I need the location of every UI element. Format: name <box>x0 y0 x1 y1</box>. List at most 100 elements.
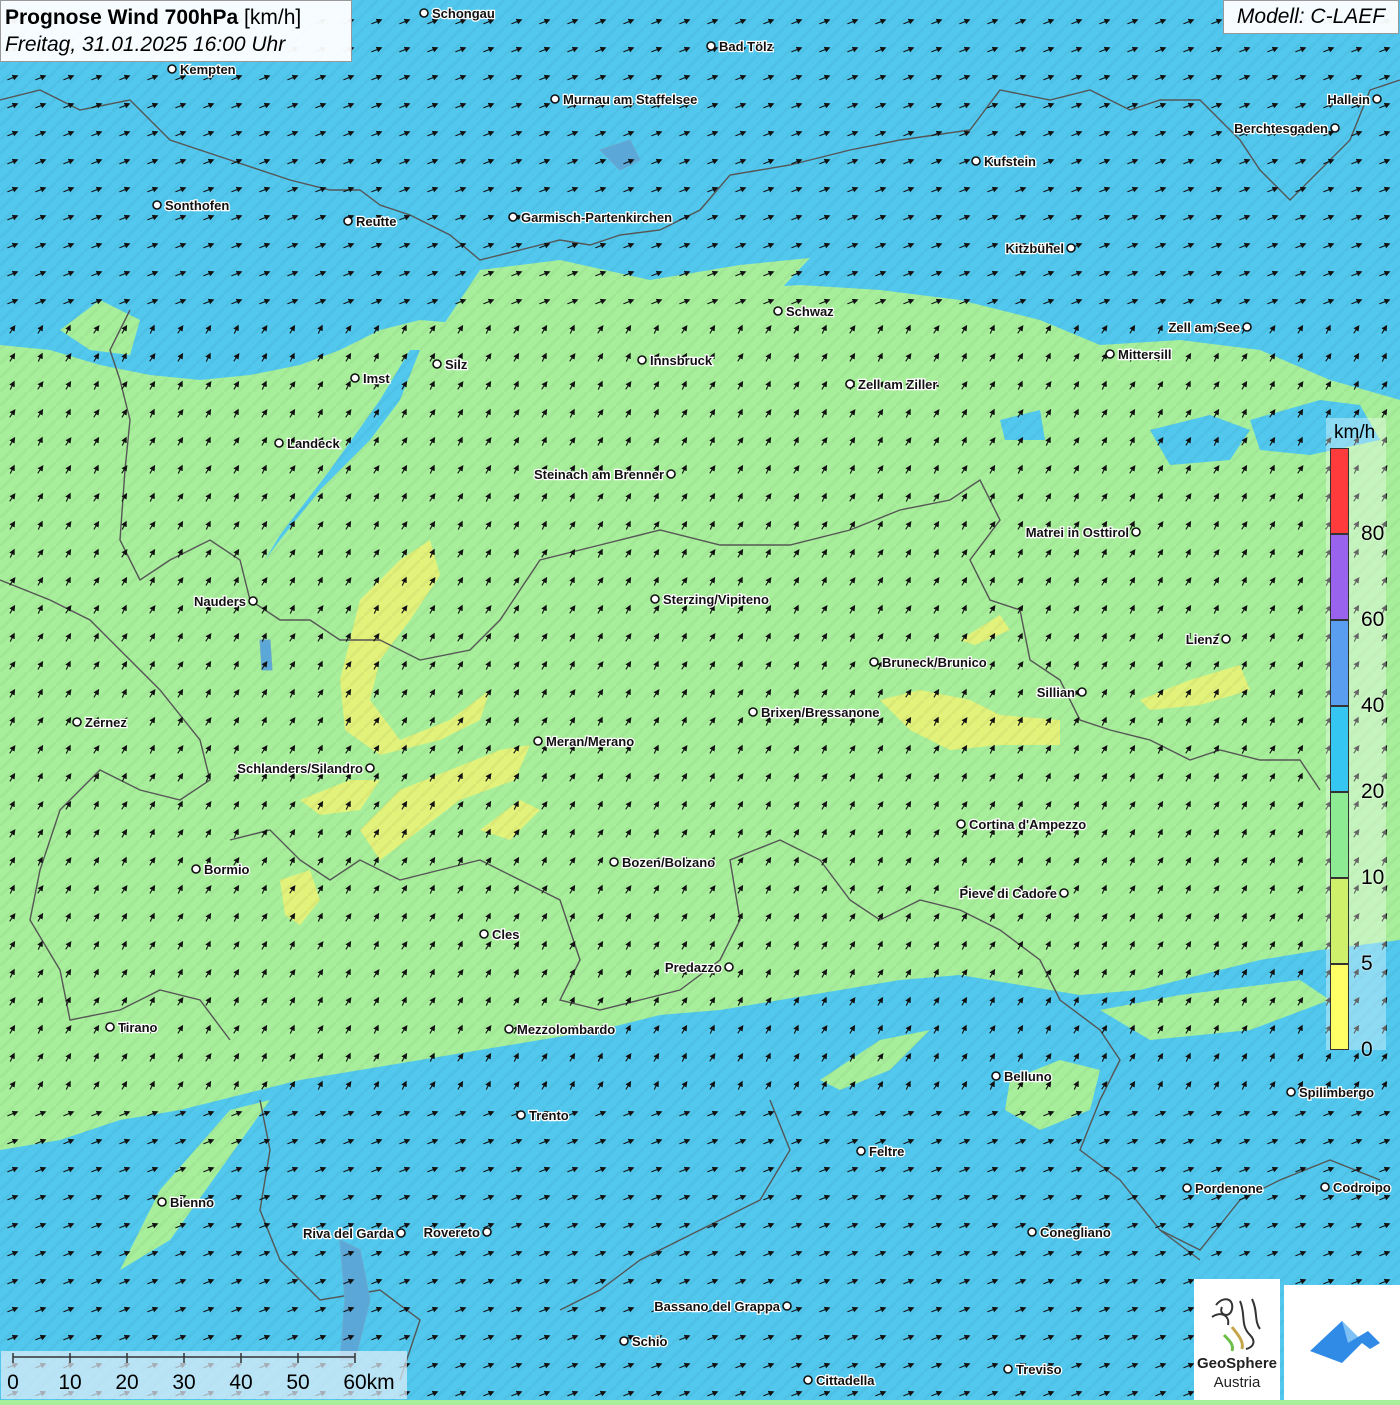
city-marker[interactable] <box>1221 634 1231 644</box>
city-innsbruck[interactable]: Innsbruck <box>637 352 714 369</box>
city-marker[interactable] <box>419 8 429 18</box>
city-schongau[interactable]: Schongau <box>419 5 496 22</box>
city-label: Predazzo <box>665 960 722 975</box>
scale-ticks <box>12 1353 356 1363</box>
city-marker[interactable] <box>782 1301 792 1311</box>
city-bassano-del-grappa[interactable]: Bassano del Grappa <box>653 1298 792 1315</box>
legend-label: 10 <box>1361 866 1385 889</box>
city-marker[interactable] <box>396 1228 406 1238</box>
wind-map[interactable]: Schongau Bad Tölz Kempten Murnau am Staffel… <box>0 0 1400 1400</box>
city-bozen-bolzano[interactable]: Bozen/Bolzano <box>609 854 716 871</box>
city-marker[interactable] <box>1066 243 1076 253</box>
city-marker[interactable] <box>533 736 543 746</box>
city-label: Codroipo <box>1333 1180 1391 1195</box>
city-schlanders-silandro[interactable]: Schlanders/Silandro <box>236 760 375 777</box>
city-marker[interactable] <box>724 962 734 972</box>
city-garmisch-partenkirchen[interactable]: Garmisch-Partenkirchen <box>508 209 673 226</box>
city-berchtesgaden[interactable]: Berchtesgaden <box>1233 120 1340 137</box>
city-riva-del-garda[interactable]: Riva del Garda <box>302 1225 406 1242</box>
city-marker[interactable] <box>191 864 201 874</box>
city-marker[interactable] <box>1105 349 1115 359</box>
city-brixen-bressanone[interactable]: Brixen/Bressanone <box>748 704 881 721</box>
city-sonthofen[interactable]: Sonthofen <box>152 197 231 214</box>
city-marker[interactable] <box>508 212 518 222</box>
city-marker[interactable] <box>157 1197 167 1207</box>
city-marker[interactable] <box>432 359 442 369</box>
city-murnau-am-staffelsee[interactable]: Murnau am Staffelsee <box>550 91 699 108</box>
city-zell-am-see[interactable]: Zell am See <box>1167 319 1252 336</box>
city-cortina-d-ampezzo[interactable]: Cortina d'Ampezzo <box>956 816 1088 833</box>
city-marker[interactable] <box>248 596 258 606</box>
city-pieve-di-cadore[interactable]: Pieve di Cadore <box>958 885 1069 902</box>
city-marker[interactable] <box>1372 94 1382 104</box>
geosphere-logo[interactable]: GeoSphere Austria <box>1194 1279 1280 1400</box>
city-marker[interactable] <box>666 469 676 479</box>
city-marker[interactable] <box>1320 1182 1330 1192</box>
city-marker[interactable] <box>706 41 716 51</box>
city-marker[interactable] <box>637 355 647 365</box>
city-marker[interactable] <box>1003 1364 1013 1374</box>
city-marker[interactable] <box>350 373 360 383</box>
city-label: Mittersill <box>1118 347 1171 362</box>
city-marker[interactable] <box>845 379 855 389</box>
app-mountain-icon <box>1310 1321 1380 1363</box>
legend-label: 40 <box>1361 694 1385 717</box>
city-marker[interactable] <box>167 64 177 74</box>
city-marker[interactable] <box>152 200 162 210</box>
city-marker[interactable] <box>1286 1087 1296 1097</box>
city-label: Garmisch-Partenkirchen <box>521 210 672 225</box>
city-conegliano[interactable]: Conegliano <box>1027 1224 1112 1241</box>
scale-label: 50 <box>286 1371 310 1394</box>
city-marker[interactable] <box>72 717 82 727</box>
city-label: Trento <box>529 1108 569 1123</box>
city-marker[interactable] <box>550 94 560 104</box>
city-marker[interactable] <box>803 1375 813 1385</box>
city-marker[interactable] <box>479 929 489 939</box>
city-marker[interactable] <box>956 819 966 829</box>
city-marker[interactable] <box>1059 888 1069 898</box>
city-label: Lienz <box>1186 632 1220 647</box>
city-mezzolombardo[interactable]: Mezzolombardo <box>504 1021 617 1038</box>
city-marker[interactable] <box>1027 1227 1037 1237</box>
city-marker[interactable] <box>274 438 284 448</box>
city-marker[interactable] <box>365 763 375 773</box>
city-bruneck-brunico[interactable]: Bruneck/Brunico <box>869 654 988 671</box>
city-marker[interactable] <box>516 1110 526 1120</box>
city-steinach-am-brenner[interactable]: Steinach am Brenner <box>533 466 676 483</box>
city-marker[interactable] <box>1330 123 1340 133</box>
legend-swatch <box>1330 964 1349 1050</box>
scale-label: 0 <box>7 1371 19 1394</box>
city-sterzing-vipiteno[interactable]: Sterzing/Vipiteno <box>650 591 770 608</box>
city-matrei-in-osttirol[interactable]: Matrei in Osttirol <box>1024 524 1141 541</box>
city-label: Treviso <box>1016 1362 1062 1377</box>
city-marker[interactable] <box>482 1227 492 1237</box>
legend-label: 80 <box>1361 522 1385 545</box>
legend-swatch <box>1330 878 1349 964</box>
color-legend: km/h 80 60 40 20 10 5 0 <box>1326 418 1386 1061</box>
city-pordenone[interactable]: Pordenone <box>1182 1180 1264 1197</box>
city-marker[interactable] <box>1242 322 1252 332</box>
city-label: Murnau am Staffelsee <box>563 92 697 107</box>
city-spilimbergo[interactable]: Spilimbergo <box>1286 1084 1375 1101</box>
city-marker[interactable] <box>1131 527 1141 537</box>
city-marker[interactable] <box>609 857 619 867</box>
city-label: Rovereto <box>424 1225 480 1240</box>
city-marker[interactable] <box>105 1022 115 1032</box>
city-label: Brixen/Bressanone <box>761 705 880 720</box>
city-marker[interactable] <box>650 594 660 604</box>
city-marker[interactable] <box>773 306 783 316</box>
city-marker[interactable] <box>748 707 758 717</box>
weather-app-logo[interactable] <box>1284 1285 1400 1400</box>
city-marker[interactable] <box>971 156 981 166</box>
city-zell-am-ziller[interactable]: Zell am Ziller <box>845 376 939 393</box>
city-marker[interactable] <box>991 1071 1001 1081</box>
city-marker[interactable] <box>619 1336 629 1346</box>
city-marker[interactable] <box>504 1024 514 1034</box>
city-label: Cortina d'Ampezzo <box>969 817 1086 832</box>
city-marker[interactable] <box>1077 687 1087 697</box>
city-marker[interactable] <box>856 1146 866 1156</box>
city-meran-merano[interactable]: Meran/Merano <box>533 733 635 750</box>
city-marker[interactable] <box>869 657 879 667</box>
city-marker[interactable] <box>343 216 353 226</box>
city-marker[interactable] <box>1182 1183 1192 1193</box>
